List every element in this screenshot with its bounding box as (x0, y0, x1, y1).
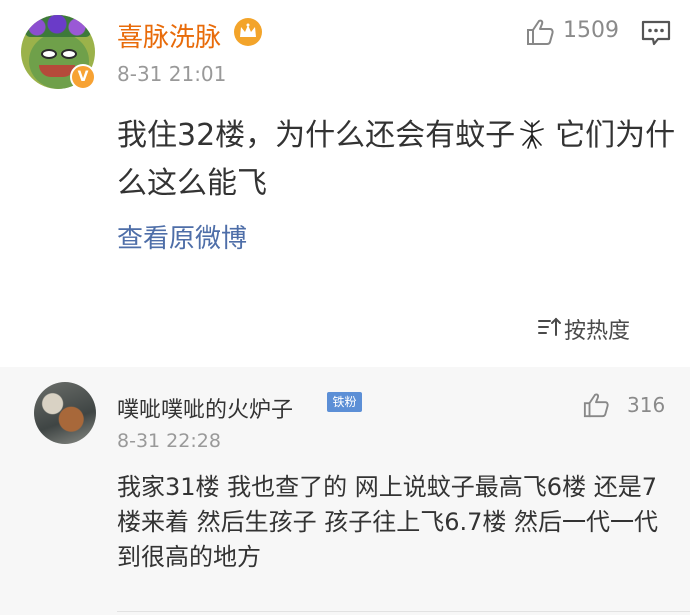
fan-badge: 铁粉 (327, 392, 362, 412)
post-text-part-1: 我住32楼，为什么还会有蚊子 (117, 118, 516, 153)
reply-like-count: 316 (627, 393, 666, 417)
sort-icon[interactable] (537, 316, 563, 338)
reply-timestamp: 8-31 22:28 (117, 430, 221, 452)
reply-username[interactable]: 噗呲噗呲的火炉子 (117, 392, 293, 424)
original-post-card: V 喜脉洗脉 8-31 21:01 1509 我住32楼，为什么还会有蚊子 它们… (0, 0, 690, 367)
comment-menu-icon[interactable] (640, 19, 672, 47)
post-username[interactable]: 喜脉洗脉 (117, 17, 221, 54)
thumbs-up-icon[interactable] (582, 392, 610, 418)
post-content: 我住32楼，为什么还会有蚊子 它们为什么这么能飞 (117, 112, 677, 208)
divider (117, 611, 690, 612)
sort-by-hot-button[interactable]: 按热度 (564, 313, 630, 345)
mosquito-icon (520, 120, 544, 149)
view-original-link[interactable]: 查看原微博 (117, 218, 247, 255)
reply-content: 我家31楼 我也查了的 网上说蚊子最高飞6楼 还是7楼来着 然后生孩子 孩子往上… (117, 473, 659, 571)
avatar[interactable] (34, 382, 96, 444)
crown-icon (234, 18, 262, 46)
verified-badge: V (70, 64, 96, 90)
thumbs-up-icon[interactable] (525, 18, 555, 46)
post-like-count: 1509 (563, 18, 619, 43)
post-timestamp: 8-31 21:01 (117, 62, 227, 86)
